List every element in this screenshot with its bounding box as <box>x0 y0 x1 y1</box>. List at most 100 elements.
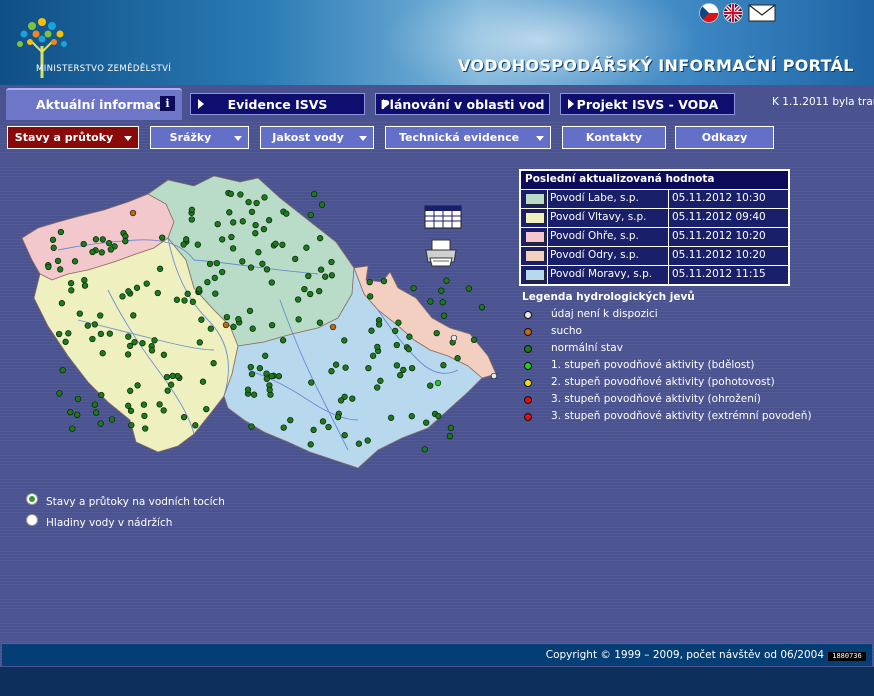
gauge-station-marker[interactable] <box>248 208 256 216</box>
gauge-station-marker[interactable] <box>392 327 399 335</box>
gauge-station-marker[interactable] <box>91 321 98 328</box>
info-icon[interactable]: i <box>160 96 175 111</box>
gauge-station-marker[interactable] <box>365 364 372 372</box>
gauge-station-marker[interactable] <box>329 323 337 331</box>
gauge-station-marker[interactable] <box>247 363 254 371</box>
gauge-station-marker[interactable] <box>108 416 116 423</box>
gauge-station-marker[interactable] <box>127 387 134 394</box>
subnav-jakost-vody[interactable]: Jakost vody <box>260 126 374 149</box>
gauge-station-marker[interactable] <box>195 286 203 293</box>
gauge-station-marker[interactable] <box>364 437 371 444</box>
gauge-station-marker[interactable] <box>252 230 259 237</box>
gauge-station-marker[interactable] <box>423 419 430 426</box>
gauge-station-marker[interactable] <box>261 194 268 201</box>
gauge-station-marker[interactable] <box>374 384 381 391</box>
gauge-station-marker[interactable] <box>440 362 447 369</box>
gauge-station-marker[interactable] <box>219 268 226 276</box>
gauge-station-marker[interactable] <box>328 368 335 375</box>
gauge-station-marker[interactable] <box>198 316 205 323</box>
gauge-station-marker[interactable] <box>125 333 132 340</box>
gauge-station-marker[interactable] <box>188 216 195 223</box>
gauge-station-marker[interactable] <box>156 265 164 272</box>
gauge-station-marker[interactable] <box>393 341 400 349</box>
gauge-station-marker[interactable] <box>450 334 458 342</box>
gauge-station-marker[interactable] <box>248 370 256 378</box>
gauge-station-marker[interactable] <box>279 337 287 344</box>
gauge-station-marker[interactable] <box>192 422 199 429</box>
gauge-station-marker[interactable] <box>268 372 275 380</box>
gauge-station-marker[interactable] <box>189 298 197 305</box>
table-row[interactable]: Povodí Moravy, s.p. 05.11.2012 11:15 <box>521 265 788 284</box>
gauge-station-marker[interactable] <box>408 364 416 372</box>
news-ticker[interactable]: K 1.1.2011 byla transf <box>772 96 874 108</box>
gauge-station-marker[interactable] <box>74 411 81 418</box>
gauge-station-marker[interactable] <box>184 290 191 297</box>
gauge-station-marker[interactable] <box>196 339 203 346</box>
gauge-station-marker[interactable] <box>204 278 211 286</box>
gauge-station-marker[interactable] <box>139 340 146 347</box>
gauge-station-marker[interactable] <box>334 413 342 421</box>
gauge-station-marker[interactable] <box>366 278 373 286</box>
gauge-station-marker[interactable] <box>377 377 384 384</box>
gauge-station-marker[interactable] <box>252 221 259 229</box>
gauge-station-marker[interactable] <box>160 407 167 414</box>
gauge-station-marker[interactable] <box>249 325 256 332</box>
gauge-station-marker[interactable] <box>433 329 440 337</box>
gauge-station-marker[interactable] <box>253 199 260 207</box>
gauge-station-marker[interactable] <box>342 364 349 371</box>
gauge-station-marker[interactable] <box>97 312 104 319</box>
gauge-station-marker[interactable] <box>259 260 266 267</box>
table-row[interactable]: Povodí Odry, s.p. 05.11.2012 10:20 <box>521 246 788 265</box>
radio-label[interactable]: Stavy a průtoky na vodních tocích <box>46 496 225 508</box>
gauge-station-marker[interactable] <box>341 337 348 344</box>
gauge-station-marker[interactable] <box>308 379 315 386</box>
gauge-station-marker[interactable] <box>49 236 57 243</box>
gauge-station-marker[interactable] <box>143 280 150 287</box>
gauge-station-marker[interactable] <box>212 290 219 297</box>
gauge-station-marker[interactable] <box>369 352 377 359</box>
gauge-station-marker[interactable] <box>142 425 149 432</box>
gauge-station-marker[interactable] <box>167 381 175 388</box>
mail-icon[interactable] <box>748 4 776 22</box>
tab-evidence-isvs[interactable]: Evidence ISVS <box>190 93 365 115</box>
gauge-station-marker[interactable] <box>59 366 66 374</box>
subnav-stavy-a-prutoky[interactable]: Stavy a průtoky <box>7 126 139 149</box>
gauge-station-marker[interactable] <box>367 293 374 300</box>
subnav-kontakty[interactable]: Kontakty <box>562 126 666 149</box>
gauge-station-marker[interactable] <box>183 236 190 243</box>
gauge-station-marker[interactable] <box>206 260 214 268</box>
gauge-station-marker[interactable] <box>159 234 166 241</box>
gauge-station-marker[interactable] <box>355 440 363 447</box>
gauge-station-marker[interactable] <box>245 198 252 206</box>
gauge-station-marker[interactable] <box>97 420 104 427</box>
gauge-station-marker[interactable] <box>368 327 375 334</box>
gauge-station-marker[interactable] <box>237 191 244 198</box>
gauge-station-marker[interactable] <box>222 321 230 329</box>
gauge-station-marker[interactable] <box>89 248 96 256</box>
gauge-station-marker[interactable] <box>68 287 75 294</box>
gauge-station-marker[interactable] <box>393 362 401 369</box>
gauge-station-marker[interactable] <box>57 228 65 236</box>
gauge-station-marker[interactable] <box>173 296 181 303</box>
gauge-station-marker[interactable] <box>69 425 76 432</box>
gauge-station-marker[interactable] <box>239 218 246 225</box>
gauge-station-marker[interactable] <box>163 373 171 381</box>
gauge-station-marker[interactable] <box>337 397 345 404</box>
gauge-station-marker[interactable] <box>125 402 132 409</box>
gauge-station-marker[interactable] <box>141 412 148 420</box>
gauge-station-marker[interactable] <box>181 297 188 304</box>
gauge-station-marker[interactable] <box>80 240 87 248</box>
gauge-station-marker[interactable] <box>395 319 402 326</box>
gauge-station-marker[interactable] <box>443 277 450 284</box>
gauge-station-marker[interactable] <box>119 293 126 300</box>
gauge-station-marker[interactable] <box>228 233 235 241</box>
gauge-station-marker[interactable] <box>317 266 325 273</box>
gauge-station-marker[interactable] <box>106 330 113 337</box>
gauge-station-marker[interactable] <box>250 391 258 398</box>
gauge-station-marker[interactable] <box>213 259 220 267</box>
gauge-station-marker[interactable] <box>439 299 446 306</box>
gauge-station-marker[interactable] <box>454 355 461 362</box>
gauge-station-marker[interactable] <box>98 391 105 399</box>
gauge-station-marker[interactable] <box>427 382 434 389</box>
gauge-station-marker[interactable] <box>405 346 412 353</box>
